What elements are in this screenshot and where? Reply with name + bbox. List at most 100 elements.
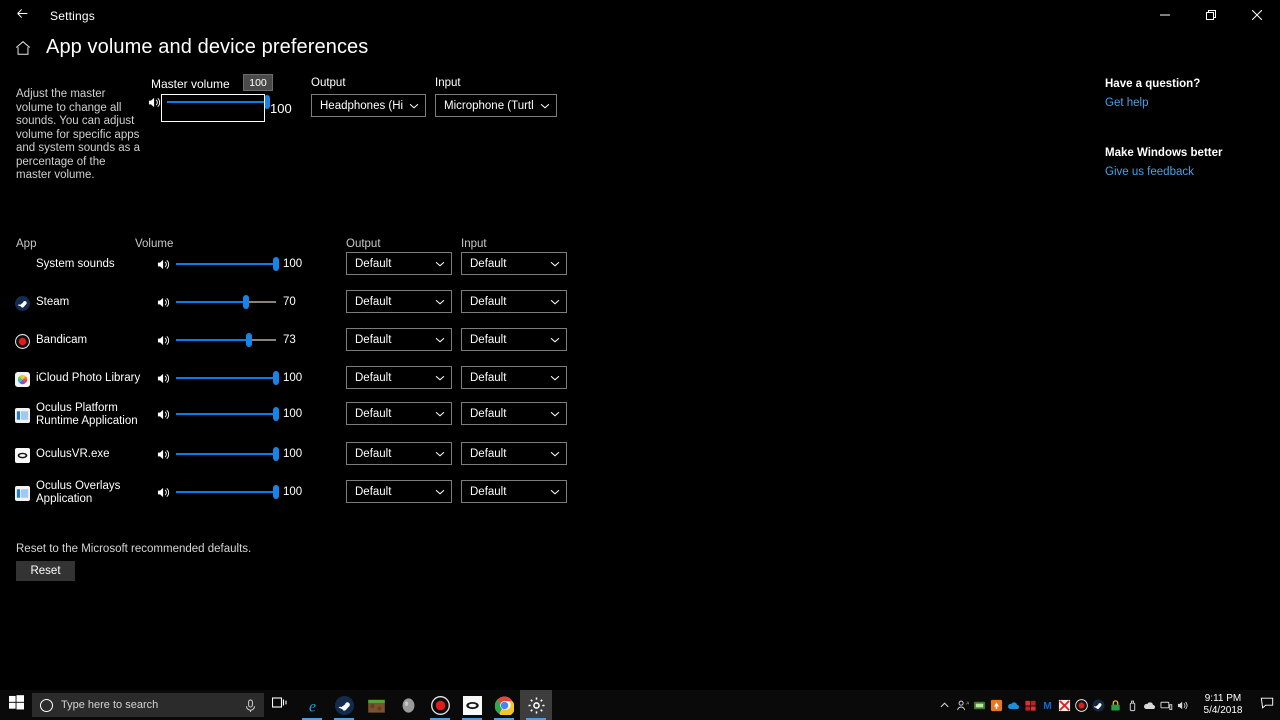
slider-fill [167, 101, 267, 103]
home-icon[interactable] [14, 39, 32, 57]
tray-yellow-lock[interactable] [1107, 690, 1124, 720]
task-view-button[interactable] [264, 690, 296, 720]
app-volume-slider[interactable] [176, 332, 276, 348]
minecraft-icon [367, 696, 386, 715]
tray-greenshot[interactable] [971, 690, 988, 720]
slider-thumb[interactable] [273, 485, 279, 499]
tray-red-flag[interactable] [1022, 690, 1039, 720]
help-column: Have a question? Get help Make Windows b… [1105, 78, 1265, 178]
slider-fill [176, 413, 276, 415]
app-output-dropdown[interactable]: Default [346, 402, 452, 425]
slider-thumb[interactable] [243, 295, 249, 309]
app-input-dropdown[interactable]: Default [461, 252, 567, 275]
app-output-value: Default [355, 333, 392, 346]
get-help-link[interactable]: Get help [1105, 97, 1265, 109]
slider-thumb[interactable] [273, 257, 279, 271]
tray-network[interactable] [1158, 690, 1175, 720]
master-input-value: Microphone (Turtl... [444, 99, 534, 112]
tray-orange-tray[interactable] [988, 690, 1005, 720]
app-input-dropdown[interactable]: Default [461, 328, 567, 351]
master-volume-slider[interactable] [167, 94, 270, 110]
speaker-icon [157, 295, 172, 310]
app-volume-slider[interactable] [176, 446, 279, 462]
app-input-dropdown[interactable]: Default [461, 480, 567, 503]
tray-people[interactable]: A [954, 690, 971, 720]
search-input[interactable]: Type here to search [61, 699, 237, 711]
app-output-value: Default [355, 485, 392, 498]
tray-steam-tray[interactable] [1090, 690, 1107, 720]
app-input-dropdown[interactable]: Default [461, 442, 567, 465]
chevron-down-icon [435, 373, 445, 383]
back-button[interactable] [0, 0, 44, 32]
red-flag-icon [1024, 699, 1037, 712]
taskbar-internet-explorer-button[interactable]: e [296, 690, 328, 720]
taskbar-oculusvr-button[interactable] [456, 690, 488, 720]
chevron-down-icon [435, 487, 445, 497]
taskbar-steam-button[interactable] [328, 690, 360, 720]
tray-red-window[interactable] [1056, 690, 1073, 720]
microphone-icon[interactable] [245, 699, 256, 712]
tray-bandicam-tray[interactable] [1073, 690, 1090, 720]
reset-description: Reset to the Microsoft recommended defau… [16, 543, 252, 555]
app-output-dropdown[interactable]: Default [346, 290, 452, 313]
start-button[interactable] [0, 690, 32, 720]
app-volume-row: OculusVR.exe 100 Default Default [0, 442, 600, 482]
close-icon [1251, 7, 1263, 25]
search-box[interactable]: Type here to search [32, 693, 264, 717]
tray-malwarebytes[interactable]: M [1039, 690, 1056, 720]
taskbar-bandicam-button[interactable] [424, 690, 456, 720]
app-output-dropdown[interactable]: Default [346, 480, 452, 503]
minimize-button[interactable] [1142, 0, 1188, 32]
clock[interactable]: 9:11 PM 5/4/2018 [1192, 693, 1254, 717]
master-output-dropdown[interactable]: Headphones (High... [311, 94, 426, 117]
app-input-dropdown[interactable]: Default [461, 402, 567, 425]
slider-fill [176, 263, 276, 265]
app-input-dropdown[interactable]: Default [461, 366, 567, 389]
tray-onedrive-blue[interactable] [1005, 690, 1022, 720]
svg-text:e: e [308, 698, 315, 715]
app-volume-slider-row [157, 446, 279, 462]
steam-icon [334, 695, 354, 715]
app-volume-slider[interactable] [176, 370, 279, 386]
app-output-dropdown[interactable]: Default [346, 252, 452, 275]
tray-usb[interactable] [1124, 690, 1141, 720]
app-volume-slider[interactable] [176, 294, 276, 310]
tray-onedrive[interactable] [1141, 690, 1158, 720]
speaker-icon [157, 447, 172, 462]
app-volume-slider[interactable] [176, 256, 279, 272]
maximize-button[interactable] [1188, 0, 1234, 32]
steam-tray-icon [1092, 698, 1105, 712]
app-name: System sounds [36, 258, 115, 270]
app-volume-row: Bandicam 73 Default Default [0, 328, 600, 368]
app-volume-slider-row [157, 406, 279, 422]
app-output-dropdown[interactable]: Default [346, 442, 452, 465]
show-hidden-icons-button[interactable] [937, 690, 954, 720]
back-arrow-icon [16, 7, 29, 25]
oculus-home-icon [399, 696, 418, 715]
tray-volume[interactable] [1175, 690, 1192, 720]
slider-thumb[interactable] [273, 407, 279, 421]
close-button[interactable] [1234, 0, 1280, 32]
give-feedback-link[interactable]: Give us feedback [1105, 166, 1265, 178]
app-volume-row: Steam 70 Default Default [0, 290, 600, 330]
master-input-dropdown[interactable]: Microphone (Turtl... [435, 94, 557, 117]
taskbar-chrome-button[interactable] [488, 690, 520, 720]
taskbar-settings-gear-button[interactable] [520, 690, 552, 720]
app-volume-slider[interactable] [176, 484, 279, 500]
app-output-dropdown[interactable]: Default [346, 328, 452, 351]
svg-text:A: A [966, 700, 969, 705]
slider-thumb[interactable] [273, 371, 279, 385]
app-output-dropdown[interactable]: Default [346, 366, 452, 389]
app-output-value: Default [355, 257, 392, 270]
taskbar-oculus-home-button[interactable] [392, 690, 424, 720]
app-volume-slider[interactable] [176, 406, 279, 422]
restore-icon [1206, 7, 1216, 25]
slider-thumb[interactable] [273, 447, 279, 461]
page-header: App volume and device preferences [14, 36, 368, 59]
slider-thumb[interactable] [246, 333, 252, 347]
reset-button[interactable]: Reset [16, 561, 75, 581]
taskbar-minecraft-button[interactable] [360, 690, 392, 720]
app-output-value: Default [355, 371, 392, 384]
action-center-button[interactable] [1254, 690, 1280, 720]
app-input-dropdown[interactable]: Default [461, 290, 567, 313]
